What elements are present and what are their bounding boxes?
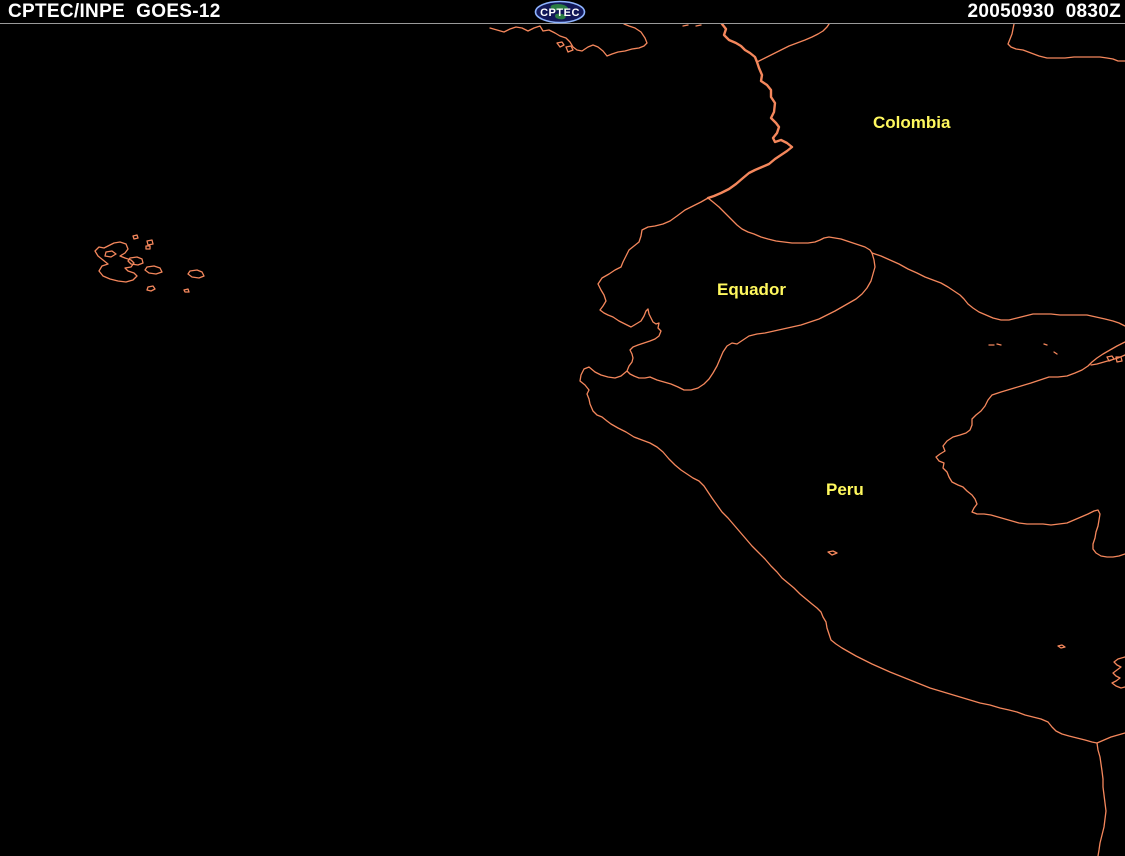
river-amazon-maranon: [935, 341, 1125, 558]
river-putumayo: [871, 252, 1125, 327]
satellite-image-viewer: Colombia Equador Peru CPTEC/INPE GOES-12…: [0, 0, 1125, 856]
galapagos-isabela-island: [94, 241, 138, 283]
lake-titicaca: [1111, 656, 1125, 689]
coastline-ecuador-peru: [579, 197, 1125, 744]
border-colombia-ecuador: [707, 197, 873, 254]
product-title: CPTEC/INPE GOES-12: [8, 1, 221, 22]
country-label-colombia: Colombia: [873, 113, 951, 132]
header-bar: CPTEC/INPE GOES-12 CPTEC 20050930 0830Z: [0, 0, 1125, 24]
galapagos-small-islands: [127, 234, 205, 293]
coastline-islets: [556, 24, 702, 53]
cptec-logo-text: CPTEC: [540, 7, 580, 19]
satellite-map: [94, 22, 1125, 856]
coastline-south-branch: [1096, 742, 1107, 856]
country-label-equador: Equador: [717, 280, 786, 299]
cptec-logo: CPTEC: [534, 0, 586, 24]
country-label-peru: Peru: [826, 480, 864, 499]
river-caqueta: [1007, 23, 1125, 62]
river-tributary: [1090, 354, 1125, 366]
timestamp: 20050930 0830Z: [967, 1, 1121, 22]
border-colombia-ne: [756, 23, 830, 63]
border-ecuador-peru: [649, 252, 876, 391]
